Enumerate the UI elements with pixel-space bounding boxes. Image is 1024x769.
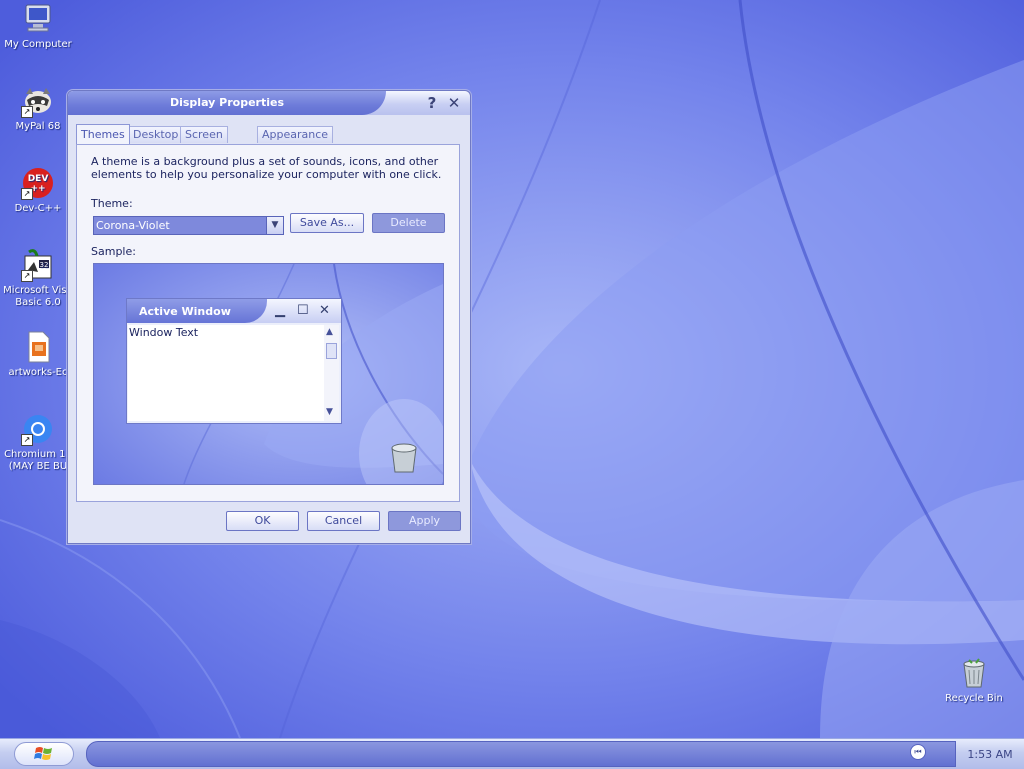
taskbar: 1:53 AM (0, 738, 1024, 769)
sample-scrollbar: ▲ ▼ (324, 325, 339, 421)
cancel-button[interactable]: Cancel (307, 511, 380, 531)
sample-window-body: Window Text (128, 325, 324, 421)
chromium-icon: ↗ (21, 412, 55, 446)
theme-dropdown[interactable]: Corona-Violet ▼ (93, 216, 284, 235)
dialog-title-bar[interactable]: Display Properties ? ✕ (68, 91, 470, 115)
desktop-icon-my-computer[interactable]: My Computer (0, 2, 76, 51)
desktop-icon-recycle-bin[interactable]: Recycle Bin (936, 656, 1012, 705)
ok-button[interactable]: OK (226, 511, 299, 531)
sample-window-text: Window Text (129, 326, 199, 339)
tab-screen-saver[interactable]: Screen Saver (180, 126, 228, 157)
shortcut-arrow-icon: ↗ (21, 188, 33, 200)
minimize-icon: ▁ (275, 303, 285, 318)
close-icon: ✕ (319, 303, 330, 318)
svg-text:32: 32 (40, 261, 49, 269)
start-button[interactable] (14, 742, 74, 766)
sample-label: Sample: (91, 245, 136, 258)
save-as-button[interactable]: Save As... (290, 213, 364, 233)
delete-button[interactable]: Delete (372, 213, 445, 233)
tab-desktop[interactable]: Desktop (128, 126, 184, 143)
desktop-icon-vb6[interactable]: 32 ↗ Microsoft Visu Basic 6.0 (0, 248, 76, 309)
desktop-icon-devcpp[interactable]: DEV ++ ↗ Dev-C++ (0, 166, 76, 215)
tab-themes[interactable]: Themes (76, 124, 130, 144)
shortcut-arrow-icon: ↗ (21, 434, 33, 446)
task-band[interactable] (86, 741, 956, 767)
themes-panel: A theme is a background plus a set of so… (76, 144, 460, 502)
clock[interactable]: 1:53 AM (960, 748, 1020, 761)
recycle-bin-icon (957, 656, 991, 690)
theme-description: A theme is a background plus a set of so… (91, 155, 442, 181)
help-button[interactable]: ? (423, 94, 441, 112)
theme-dropdown-value: Corona-Violet (96, 219, 170, 232)
desktop-icon-chromium[interactable]: ↗ Chromium 10 (MAY BE BU (0, 412, 76, 473)
dialog-title: Display Properties (169, 96, 285, 109)
theme-sample-preview: Active Window ▁ ☐ ✕ Window Text ▲ ▼ (93, 263, 444, 485)
vb6-icon: 32 ↗ (21, 248, 55, 282)
close-button[interactable]: ✕ (445, 94, 463, 112)
maximize-icon: ☐ (297, 303, 309, 318)
chevron-down-icon: ▼ (326, 407, 333, 417)
sample-window-title: Active Window (139, 305, 231, 318)
sample-window-title-bar: Active Window ▁ ☐ ✕ (127, 299, 341, 323)
sample-active-window: Active Window ▁ ☐ ✕ Window Text ▲ ▼ (126, 298, 342, 424)
display-properties-dialog: Display Properties ? ✕ Themes Desktop Sc… (67, 90, 471, 544)
tab-appearance[interactable]: Appearance (257, 126, 334, 143)
devcpp-icon: DEV ++ ↗ (21, 166, 55, 200)
shortcut-arrow-icon: ↗ (21, 270, 33, 282)
chevron-up-icon: ▲ (326, 327, 333, 337)
chevron-down-icon[interactable]: ▼ (266, 217, 283, 234)
media-previous-icon[interactable]: ⏮ (910, 744, 926, 760)
desktop-icon-artworks[interactable]: artworks-Ec (0, 330, 76, 379)
theme-label: Theme: (91, 197, 133, 210)
scroll-thumb (326, 343, 337, 359)
apply-button[interactable]: Apply (388, 511, 461, 531)
image-file-icon (21, 330, 55, 364)
windows-logo-icon (34, 747, 52, 760)
sample-recycle-bin-icon (391, 443, 417, 473)
shortcut-arrow-icon: ↗ (21, 106, 33, 118)
desktop-icon-mypal[interactable]: ↗ MyPal 68 (0, 84, 76, 133)
svg-text:DEV: DEV (28, 174, 49, 184)
monitor-icon (21, 2, 55, 36)
raccoon-icon: ↗ (21, 84, 55, 118)
